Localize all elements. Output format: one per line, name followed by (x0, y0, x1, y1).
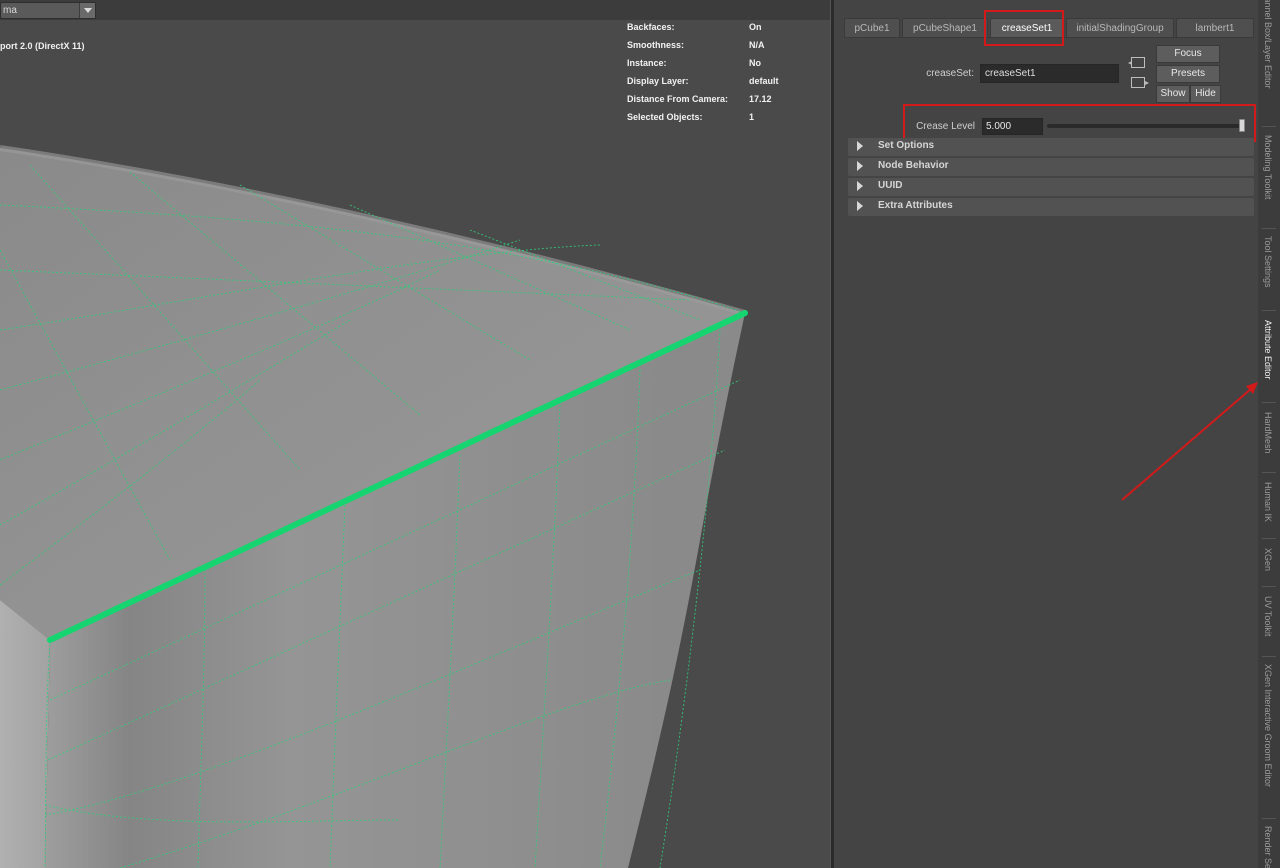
crease-level-slider[interactable] (1047, 119, 1245, 132)
hud-label: Display Layer: (627, 76, 689, 86)
camera-dropdown-value: ma (3, 5, 17, 16)
hud-label: Backfaces: (627, 22, 675, 32)
hud-value: default (749, 76, 779, 86)
side-tab-label: Render Setup (1263, 826, 1273, 868)
side-tab-divider (1262, 818, 1276, 819)
hud-label: Selected Objects: (627, 112, 703, 122)
node-tabs: pCube1 pCubeShape1 creaseSet1 initialSha… (844, 18, 1254, 38)
hud-value: 17.12 (749, 94, 772, 104)
renderer-label: port 2.0 (DirectX 11) (0, 41, 85, 51)
side-tab-human-ik[interactable]: Human IK (1258, 482, 1280, 537)
attribute-editor-panel: pCube1 pCubeShape1 creaseSet1 initialSha… (834, 0, 1258, 868)
tab-creaseset1[interactable]: creaseSet1 (990, 18, 1064, 38)
side-tab-divider (1262, 402, 1276, 403)
expand-triangle-icon[interactable] (857, 181, 863, 191)
crease-level-label: Crease Level (916, 121, 975, 132)
creaseset-label: creaseSet: (926, 68, 974, 79)
hud-row: Display Layer: default (627, 76, 827, 94)
side-tab-modeling-toolkit[interactable]: Modeling Toolkit (1258, 135, 1280, 225)
tab-initialshadinggroup[interactable]: initialShadingGroup (1066, 18, 1174, 38)
crease-level-slider-handle[interactable] (1239, 119, 1245, 132)
section-set-options[interactable]: Set Options (848, 138, 1254, 156)
load-output-icon[interactable] (1131, 77, 1149, 88)
viewport-panel[interactable]: ma port 2.0 (DirectX 11) Backfaces: On Sm… (0, 0, 830, 868)
side-tab-divider (1262, 228, 1276, 229)
side-tab-divider (1262, 656, 1276, 657)
expand-triangle-icon[interactable] (857, 161, 863, 171)
side-tab-label: UV Toolkit (1263, 596, 1273, 637)
tabs-divider (844, 37, 1254, 38)
section-label: Node Behavior (878, 160, 949, 171)
side-tab-label: Attribute Editor (1263, 320, 1273, 380)
side-tab-label: Channel Box/Layer Editor (1263, 0, 1273, 89)
focus-button[interactable]: Focus (1156, 45, 1220, 63)
side-tab-hardmesh[interactable]: HardMesh (1258, 412, 1280, 472)
section-uuid[interactable]: UUID (848, 178, 1254, 196)
chevron-down-icon[interactable] (79, 3, 95, 18)
hud-value: On (749, 22, 762, 32)
hud-value: N/A (749, 40, 765, 50)
side-tab-label: Human IK (1263, 482, 1273, 523)
section-label: Extra Attributes (878, 200, 953, 211)
expand-triangle-icon[interactable] (857, 141, 863, 151)
side-tab-channel-box[interactable]: Channel Box/Layer Editor (1258, 0, 1280, 116)
side-tab-divider (1262, 472, 1276, 473)
hud-row: Backfaces: On (627, 22, 827, 40)
side-tab-xgen[interactable]: XGen (1258, 548, 1280, 588)
viewport-toolbar: ma (0, 0, 830, 20)
load-input-icon[interactable] (1128, 57, 1145, 68)
side-tab-strip: Channel Box/Layer Editor Modeling Toolki… (1258, 0, 1280, 868)
tab-pcubeshape1[interactable]: pCubeShape1 (902, 18, 988, 38)
hud-value: 1 (749, 112, 755, 122)
side-tab-label: Tool Settings (1263, 236, 1273, 288)
crease-level-field[interactable]: 5.000 (982, 118, 1043, 135)
side-tab-label: HardMesh (1263, 412, 1273, 454)
tab-pcube1[interactable]: pCube1 (844, 18, 900, 38)
tab-lambert1[interactable]: lambert1 (1176, 18, 1254, 38)
side-tab-tool-settings[interactable]: Tool Settings (1258, 236, 1280, 306)
hud-label: Smoothness: (627, 40, 685, 50)
hud-value: No (749, 58, 761, 68)
hud-row: Distance From Camera: 17.12 (627, 94, 827, 112)
side-tab-divider (1262, 538, 1276, 539)
hud-row: Smoothness: N/A (627, 40, 827, 58)
side-tab-label: XGen Interactive Groom Editor (1263, 664, 1273, 788)
section-label: UUID (878, 180, 903, 191)
creaseset-name-field[interactable]: creaseSet1 (980, 64, 1119, 83)
section-label: Set Options (878, 140, 935, 151)
hud-label: Instance: (627, 58, 667, 68)
hud-row: Selected Objects: 1 (627, 112, 827, 130)
side-tab-attribute-editor[interactable]: Attribute Editor (1258, 320, 1280, 400)
side-tab-divider (1262, 126, 1276, 127)
hud-row: Instance: No (627, 58, 827, 76)
side-tab-uv-toolkit[interactable]: UV Toolkit (1258, 596, 1280, 656)
side-tab-divider (1262, 310, 1276, 311)
side-tab-render-setup[interactable]: Render Setup (1258, 826, 1280, 868)
side-tab-label: XGen (1263, 548, 1273, 572)
side-tab-divider (1262, 586, 1276, 587)
viewport-hud: Backfaces: On Smoothness: N/A Instance: No … (627, 22, 827, 130)
section-node-behavior[interactable]: Node Behavior (848, 158, 1254, 176)
side-tab-xgen-groom-editor[interactable]: XGen Interactive Groom Editor (1258, 664, 1280, 814)
cube-mesh-render[interactable] (0, 0, 830, 868)
hud-label: Distance From Camera: (627, 94, 729, 104)
side-tab-label: Modeling Toolkit (1263, 135, 1273, 200)
show-button[interactable]: Show (1156, 85, 1190, 103)
hide-button[interactable]: Hide (1190, 85, 1221, 103)
expand-triangle-icon[interactable] (857, 201, 863, 211)
presets-button[interactable]: Presets (1156, 65, 1220, 83)
section-extra-attributes[interactable]: Extra Attributes (848, 198, 1254, 216)
camera-dropdown[interactable]: ma (0, 2, 96, 19)
